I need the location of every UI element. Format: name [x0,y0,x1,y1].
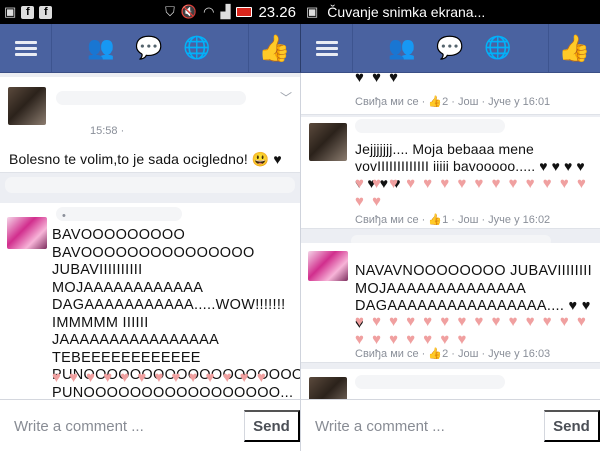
like-button[interactable]: 👍 [548,24,600,72]
battery-icon [236,7,253,17]
menu-button[interactable] [301,24,353,72]
nav-bar-right: 👥 💬 🌐 👍 [300,24,600,73]
heart-emojis: ♥ ♥ ♥ [355,73,401,86]
like-button[interactable]: 👍 [248,24,300,72]
divider [5,177,295,193]
messages-icon[interactable]: 💬 [431,24,469,72]
avatar[interactable] [7,217,47,249]
wifi-icon: ◠ [203,4,215,19]
mute-icon: 🔇 [180,4,198,19]
avatar[interactable] [308,251,348,281]
comments-panel-right: ♥ ♥ ♥ Свиђа ми се · 👍2 · Још · Јуче у 16… [300,73,600,399]
comment-card: ♥ ♥ ♥ Свиђа ми се · 👍2 · Још · Јуче у 16… [301,73,600,115]
author-name [355,119,505,133]
author-name [355,375,505,389]
avatar[interactable] [309,377,347,399]
avatar[interactable] [309,123,347,161]
chevron-down-icon[interactable]: ﹀ [280,89,292,106]
image-icon: ▣ [4,4,17,19]
facebook-icon: f [21,5,35,19]
send-button[interactable]: Send [244,410,300,442]
send-button[interactable]: Send [544,410,600,442]
comment-meta[interactable]: Свиђа ми се · 👍1 · Још · Јуче у 16:02 [355,213,550,226]
status-bar-right: ▣ Čuvanje snimka ekrana... [300,0,600,24]
heart-emojis: ♥ ♥ ♥ ♥ ♥ ♥ ♥ ♥ ♥ ♥ ♥ ♥ ♥ ♥ ♥ ♥ [355,175,588,210]
comment-time: 15:58 · [90,125,125,137]
comment-composer-left: Send [0,399,300,451]
nav-bar-left: 👥 💬 🌐 👍 [0,24,300,73]
avatar[interactable] [8,87,46,125]
author-name [56,207,182,221]
image-icon: ▣ [306,4,319,19]
menu-button[interactable] [0,24,52,72]
author-name [56,91,246,105]
comment-meta[interactable]: Свиђа ми се · 👍2 · Још · Јуче у 16:01 [355,95,550,108]
comment-card [301,369,600,399]
heart-emojis: ♥ ♥ ♥ ♥ ♥ ♥ ♥ ♥ ♥ ♥ ♥ ♥ ♥ ♥ ♥ ♥ ♥ ♥ ♥ ♥ … [355,313,588,348]
author-initial: • [62,210,66,222]
comment-card: Jejjjjjjj.... Moja bebaaa mene vovIIIIII… [301,117,600,229]
facebook-icon: f [39,5,53,19]
friends-icon[interactable]: 👥 [383,24,421,72]
globe-icon[interactable]: 🌐 [479,24,517,72]
friends-icon[interactable]: 👥 [82,24,120,72]
comment-input[interactable] [301,400,545,451]
comment-text: Bolesno te volim,to je sada ocigledno! 😃… [9,151,282,167]
status-bar-left: ▣ f f ⛉ 🔇 ◠ ▟ 23.26 [0,0,300,24]
menu-icon [14,38,37,59]
comment-card: ﹀ 15:58 · Bolesno te volim,to je sada oc… [0,77,300,173]
menu-icon [315,38,338,59]
thumbs-up-icon: 👍 [558,32,591,63]
heart-emojis: ♥ ♥ ♥ ♥ ♥ ♥ ♥ ♥ ♥ ♥ ♥ ♥ ♥ [52,369,268,386]
comment-input[interactable] [0,400,244,451]
status-clock: 23.26 [258,3,296,21]
comment-card: • BAVOOOOOOOOO BAVOOOOOOOOOOOOOOO JUBAVI… [0,203,300,399]
comment-composer-right: Send [300,399,600,451]
vpn-icon: ⛉ [165,4,175,19]
globe-icon[interactable]: 🌐 [178,24,216,72]
comments-panel-left: ﹀ 15:58 · Bolesno te volim,to je sada oc… [0,73,300,399]
thumbs-up-icon: 👍 [258,32,291,63]
status-indicators: ⛉ 🔇 ◠ ▟ 23.26 [165,0,296,24]
signal-icon: ▟ [220,4,231,19]
notification-text: Čuvanje snimka ekrana... [327,4,486,20]
messages-icon[interactable]: 💬 [130,24,168,72]
comment-meta[interactable]: Свиђа ми се · 👍2 · Још · Јуче у 16:03 [355,347,550,360]
comment-card: NAVAVNOOOOOOOO JUBAVIIIIIIII MOJAAAAAAAA… [301,243,600,363]
